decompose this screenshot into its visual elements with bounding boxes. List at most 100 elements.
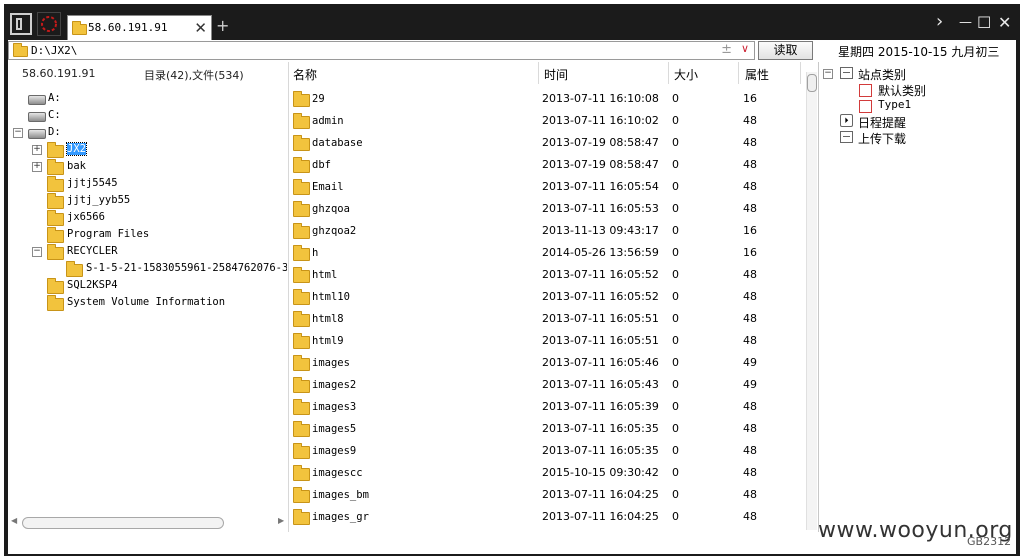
file-time: 2013-07-11 16:05:43: [542, 378, 659, 391]
add-tab-button[interactable]: +: [216, 16, 229, 35]
file-name[interactable]: ghzqoa: [312, 203, 350, 215]
file-name[interactable]: h: [312, 247, 318, 259]
column-header-time[interactable]: 时间: [544, 66, 568, 83]
collapse-icon[interactable]: −: [13, 128, 23, 138]
file-name[interactable]: images9: [312, 445, 356, 457]
folder-icon: [293, 377, 310, 393]
maximize-button[interactable]: ☐: [977, 13, 991, 32]
file-name[interactable]: database: [312, 137, 363, 149]
file-attr: 16: [743, 224, 757, 237]
file-name[interactable]: images2: [312, 379, 356, 391]
default-category-label[interactable]: 默认类别: [878, 82, 926, 99]
file-size: 0: [672, 92, 679, 105]
folder-icon: [293, 245, 310, 261]
file-name[interactable]: imagescc: [312, 467, 363, 479]
record-icon[interactable]: [37, 12, 61, 36]
file-name[interactable]: html10: [312, 291, 350, 303]
tree-item[interactable]: JX2: [66, 142, 87, 156]
collapse-icon[interactable]: −: [32, 247, 42, 257]
folder-icon: [47, 295, 64, 311]
tree-item[interactable]: RECYCLER: [67, 245, 118, 257]
expand-icon[interactable]: +: [32, 145, 42, 155]
file-attr: 48: [743, 400, 757, 413]
encoding-label: GB2312: [967, 535, 1012, 548]
tree-item[interactable]: bak: [67, 160, 86, 172]
schedule-label[interactable]: 日程提醒: [858, 114, 906, 131]
folder-icon: [47, 193, 64, 209]
path-input[interactable]: D:\JX2\ ± ∨: [8, 41, 755, 60]
file-name[interactable]: html8: [312, 313, 344, 325]
folder-icon: [293, 179, 310, 195]
folder-icon: [47, 227, 64, 243]
file-size: 0: [672, 356, 679, 369]
chevron-down-icon[interactable]: ∨: [741, 42, 749, 55]
vertical-scrollbar[interactable]: [806, 72, 817, 530]
chevron-right-icon[interactable]: ›: [936, 11, 943, 32]
scroll-right-icon[interactable]: ▶: [278, 516, 284, 525]
tree-item[interactable]: A:: [48, 92, 61, 104]
tree-item[interactable]: jx6566: [67, 211, 105, 223]
file-size: 0: [672, 378, 679, 391]
type1-checkbox[interactable]: [859, 100, 872, 113]
folder-icon: [47, 278, 64, 294]
file-name[interactable]: images5: [312, 423, 356, 435]
tree-item[interactable]: S-1-5-21-1583055961-2584762076-374: [86, 262, 287, 274]
file-name[interactable]: images_bm: [312, 489, 369, 501]
app-menu-icon[interactable]: [10, 13, 32, 35]
file-attr: 49: [743, 378, 757, 391]
minimize-button[interactable]: —: [959, 15, 972, 30]
close-button[interactable]: ✕: [998, 13, 1011, 32]
column-header-attr[interactable]: 属性: [745, 66, 769, 83]
horizontal-scrollbar[interactable]: [22, 517, 224, 529]
file-attr: 48: [743, 158, 757, 171]
folder-icon: [66, 261, 83, 277]
expand-icon[interactable]: +: [32, 162, 42, 172]
file-attr: 48: [743, 114, 757, 127]
file-size: 0: [672, 510, 679, 523]
collapse-icon[interactable]: −: [823, 69, 833, 79]
file-time: 2013-07-11 16:05:54: [542, 180, 659, 193]
file-attr: 48: [743, 202, 757, 215]
tab-server[interactable]: 58.60.191.91 ✕: [67, 15, 212, 40]
site-category-label[interactable]: 站点类别: [858, 66, 906, 83]
file-name[interactable]: 29: [312, 93, 325, 105]
tree-item[interactable]: Program Files: [67, 228, 149, 240]
tree-item[interactable]: SQL2KSP4: [67, 279, 118, 291]
file-name[interactable]: images3: [312, 401, 356, 413]
tree-item[interactable]: C:: [48, 109, 61, 121]
scroll-thumb[interactable]: [807, 74, 817, 92]
default-category-checkbox[interactable]: [859, 84, 872, 97]
column-header-size[interactable]: 大小: [674, 66, 698, 83]
file-time: 2013-07-11 16:05:35: [542, 422, 659, 435]
tree-item[interactable]: D:: [48, 126, 61, 138]
tree-item[interactable]: System Volume Information: [67, 296, 225, 308]
folder-icon: [47, 159, 64, 175]
upload-download-label[interactable]: 上传下载: [858, 130, 906, 147]
file-name[interactable]: html: [312, 269, 337, 281]
file-name[interactable]: ghzqoa2: [312, 225, 356, 237]
close-tab-icon[interactable]: ✕: [194, 19, 207, 37]
scroll-left-icon[interactable]: ◀: [11, 516, 17, 525]
type1-label[interactable]: Type1: [878, 98, 911, 111]
category-icon: [840, 67, 853, 79]
read-button[interactable]: 读取: [758, 41, 813, 60]
file-time: 2013-07-11 16:05:53: [542, 202, 659, 215]
file-time: 2013-07-11 16:05:52: [542, 268, 659, 281]
column-header-name[interactable]: 名称: [293, 66, 317, 83]
folder-icon: [293, 157, 310, 173]
file-name[interactable]: images: [312, 357, 350, 369]
file-time: 2013-07-19 08:58:47: [542, 136, 659, 149]
folder-icon: [47, 244, 64, 260]
file-name[interactable]: images_gr: [312, 511, 369, 523]
plus-minus-icon[interactable]: ±: [721, 42, 732, 57]
tree-item[interactable]: jjtj5545: [67, 177, 118, 189]
file-name[interactable]: Email: [312, 181, 344, 193]
file-name[interactable]: dbf: [312, 159, 331, 171]
file-size: 0: [672, 268, 679, 281]
file-time: 2013-07-11 16:05:35: [542, 444, 659, 457]
file-name[interactable]: admin: [312, 115, 344, 127]
file-attr: 48: [743, 136, 757, 149]
file-time: 2013-07-11 16:05:46: [542, 356, 659, 369]
tree-item[interactable]: jjtj_yyb55: [67, 194, 130, 206]
file-name[interactable]: html9: [312, 335, 344, 347]
